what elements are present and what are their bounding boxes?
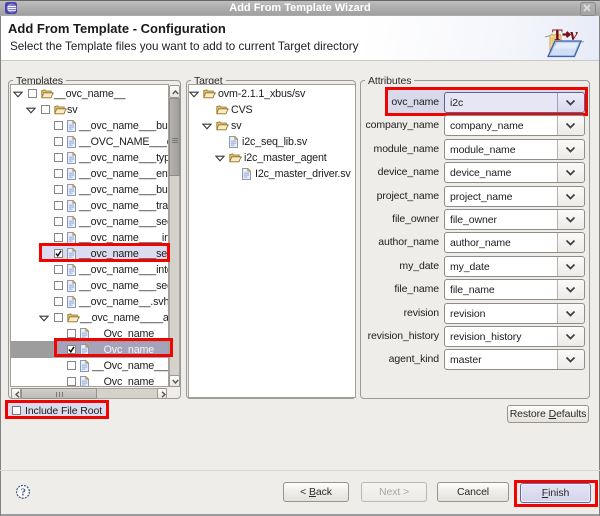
svg-text:T: T xyxy=(552,27,563,44)
svg-text:?: ? xyxy=(20,487,26,499)
svg-text:ν: ν xyxy=(570,25,578,44)
